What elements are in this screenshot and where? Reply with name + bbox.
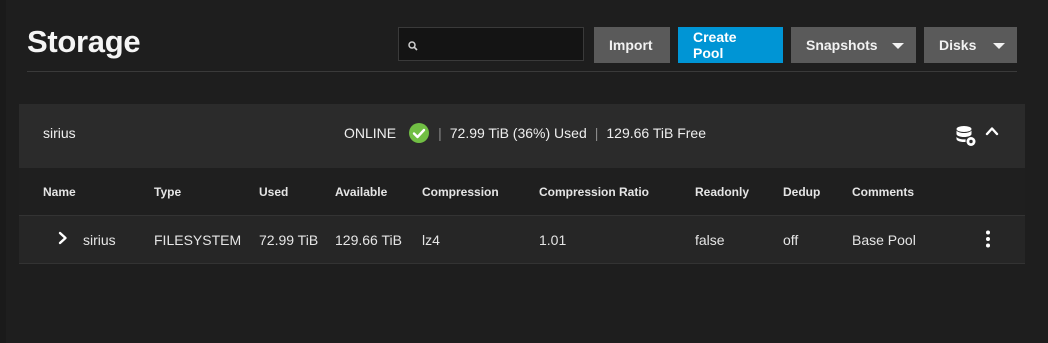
column-header-used[interactable]: Used [259,185,288,199]
table-row[interactable]: sirius FILESYSTEM 72.99 TiB 129.66 TiB l… [19,216,1025,264]
disks-dropdown-button[interactable]: Disks [924,27,1017,63]
pool-used: 72.99 TiB (36%) Used [449,125,587,141]
import-button-label: Import [609,37,653,53]
search-input[interactable] [423,28,583,62]
cell-dedup: off [783,232,799,248]
check-circle-icon [408,122,430,144]
search-icon [408,38,418,56]
header-divider [27,71,1017,72]
cell-compression-ratio: 1.01 [539,232,567,248]
caret-down-icon [892,43,904,49]
create-pool-button[interactable]: Create Pool [678,27,783,63]
cell-used: 72.99 TiB [259,232,319,248]
column-header-compression-ratio[interactable]: Compression Ratio [539,185,649,199]
column-header-name[interactable]: Name [43,185,76,199]
column-header-comments[interactable]: Comments [852,185,914,199]
pool-name: sirius [43,125,76,141]
create-pool-button-label: Create Pool [693,29,737,61]
cell-type: FILESYSTEM [154,232,242,248]
column-header-readonly[interactable]: Readonly [695,185,749,199]
window-edge [0,0,6,343]
cell-comments: Base Pool [852,232,916,248]
column-header-available[interactable]: Available [335,185,387,199]
caret-down-icon [993,43,1005,49]
column-header-type[interactable]: Type [154,185,181,199]
more-vert-icon[interactable] [983,229,993,254]
snapshots-button-label: Snapshots [806,37,878,53]
pool-header: sirius ONLINE | 72.99 TiB (36%) Used | 1… [19,104,1025,168]
pool-status-label: ONLINE [344,125,397,141]
disks-button-label: Disks [939,37,977,53]
pool-card: sirius ONLINE | 72.99 TiB (36%) Used | 1… [19,104,1025,264]
cell-name: sirius [83,232,116,248]
search-box[interactable] [398,27,584,62]
cell-available: 129.66 TiB [335,232,402,248]
column-header-dedup[interactable]: Dedup [783,185,820,199]
divider: | [594,125,599,141]
database-gear-icon[interactable] [954,124,978,153]
cell-compression: lz4 [422,232,440,248]
chevron-right-icon[interactable] [57,231,69,250]
pool-status: ONLINE | 72.99 TiB (36%) Used | 129.66 T… [344,121,706,145]
pool-free: 129.66 TiB Free [606,125,706,141]
cell-readonly: false [695,232,725,248]
snapshots-dropdown-button[interactable]: Snapshots [791,27,916,63]
import-button[interactable]: Import [594,27,670,63]
table-header: Name Type Used Available Compression Com… [19,168,1025,216]
chevron-up-icon[interactable] [985,124,999,143]
page-title: Storage [27,24,141,59]
divider: | [438,125,442,141]
column-header-compression[interactable]: Compression [422,185,499,199]
